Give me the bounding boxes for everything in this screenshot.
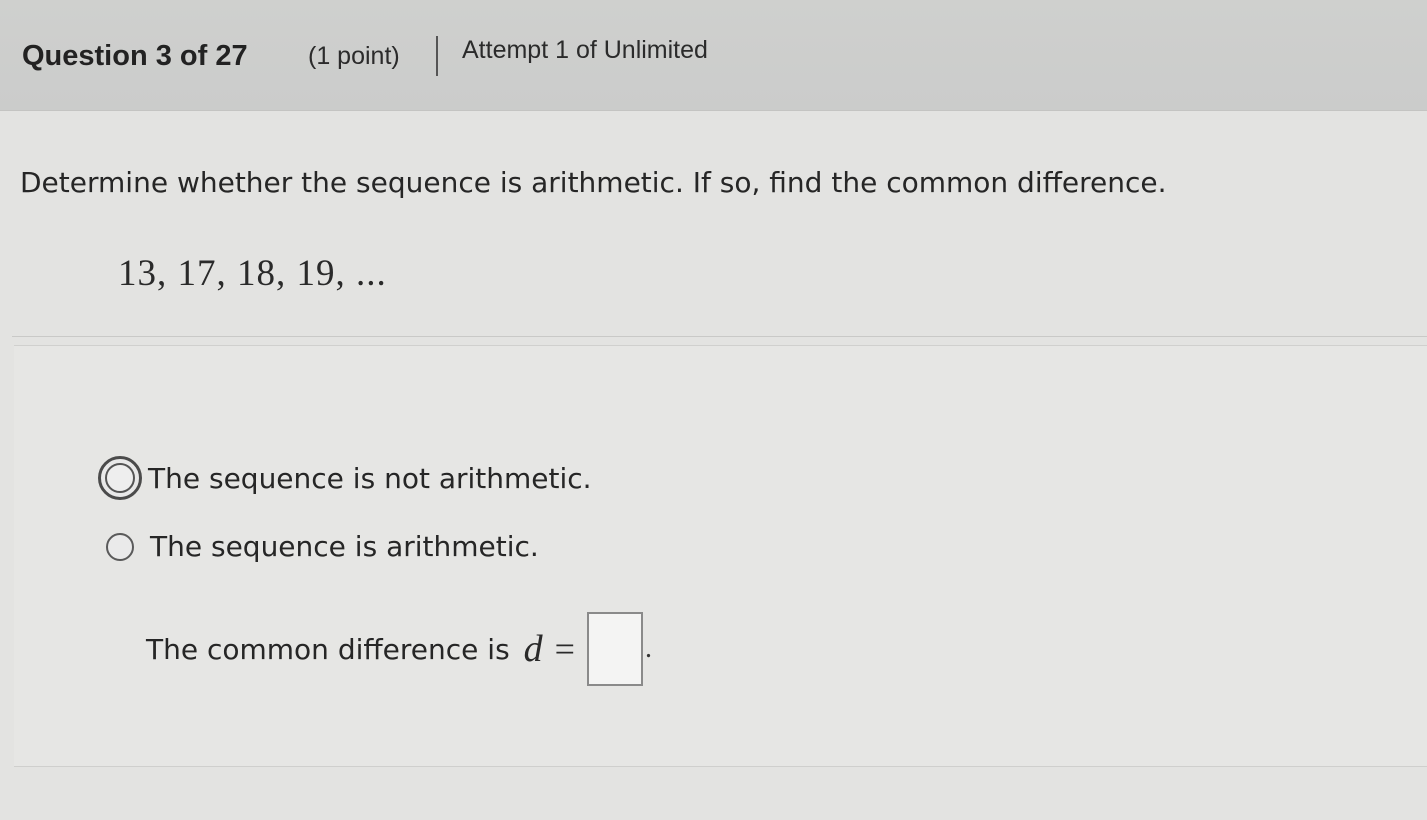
option-not-arithmetic-label: The sequence is not arithmetic. [148, 461, 592, 495]
question-number: Question 3 of 27 [22, 40, 248, 72]
question-prompt: Determine whether the sequence is arithm… [20, 166, 1167, 199]
option-arithmetic[interactable]: The sequence is arithmetic. [98, 530, 539, 563]
radio-not-arithmetic[interactable] [98, 456, 142, 500]
sentence-period: . [644, 633, 652, 664]
common-difference-label: The common difference is [146, 632, 510, 666]
variable-d: d [523, 628, 543, 670]
option-not-arithmetic[interactable]: The sequence is not arithmetic. [98, 456, 592, 500]
question-header: Question 3 of 27 (1 point) Attempt 1 of … [0, 0, 1427, 111]
question-points: (1 point) [308, 42, 400, 70]
common-difference-row: The common difference is d = . [146, 612, 652, 686]
attempt-counter: Attempt 1 of Unlimited [462, 36, 708, 64]
radio-inner-ring [105, 463, 135, 493]
common-difference-input[interactable] [586, 612, 643, 686]
equals-sign: = [554, 629, 575, 669]
sequence-expression: 13, 17, 18, 19, ... [118, 253, 387, 294]
section-divider [12, 336, 1427, 337]
option-arithmetic-label: The sequence is arithmetic. [150, 530, 539, 563]
radio-arithmetic[interactable] [106, 532, 134, 561]
header-divider [436, 36, 438, 76]
